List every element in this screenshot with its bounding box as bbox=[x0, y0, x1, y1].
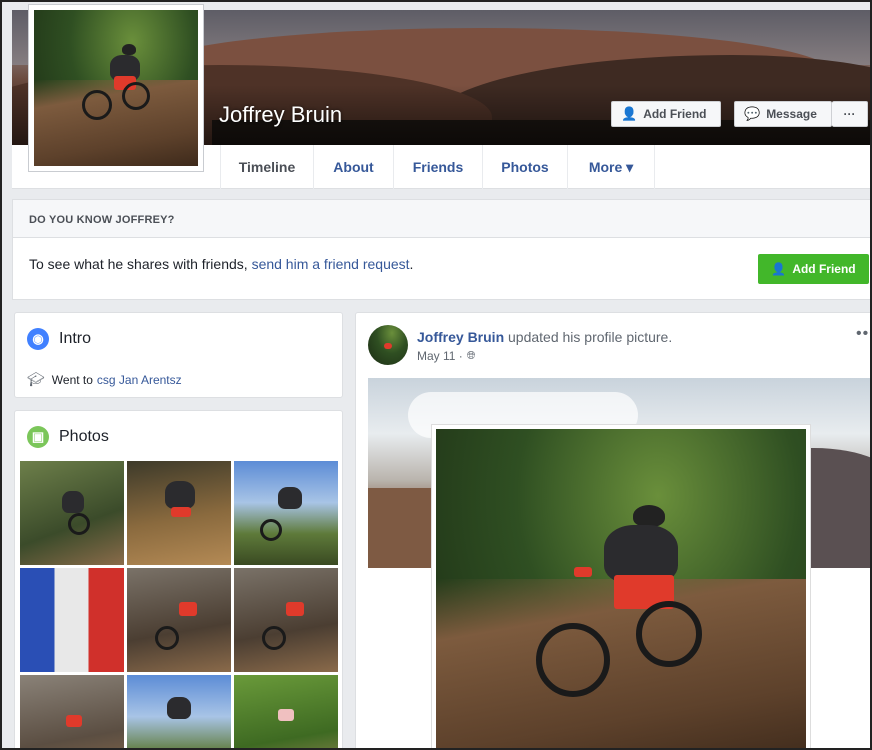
photo-thumbnail[interactable] bbox=[127, 675, 231, 750]
photo-thumbnail[interactable] bbox=[234, 461, 338, 565]
photos-card: ▣ Photos bbox=[14, 410, 343, 750]
tab-about[interactable]: About bbox=[314, 145, 394, 189]
more-dots-icon: ··· bbox=[843, 107, 856, 121]
add-friend-icon: 👤 bbox=[621, 106, 638, 121]
add-friend-label: Add Friend bbox=[643, 107, 707, 121]
went-to-label: Went to bbox=[51, 372, 93, 387]
messenger-icon: 💬 bbox=[744, 106, 761, 121]
more-options-button[interactable]: ··· bbox=[832, 101, 868, 127]
globe-icon: ◉ bbox=[27, 328, 49, 350]
photo-thumbnail[interactable] bbox=[127, 568, 231, 672]
tab-timeline[interactable]: Timeline bbox=[220, 145, 314, 189]
profile-picture-large[interactable] bbox=[431, 424, 811, 750]
globe-icon: 🌐︎ bbox=[466, 349, 476, 362]
photo-thumbnail[interactable] bbox=[234, 568, 338, 672]
add-friend-green-button[interactable]: 👤 Add Friend bbox=[758, 254, 869, 284]
graduation-cap-icon: 🎓︎ bbox=[27, 371, 45, 387]
send-friend-request-link[interactable]: send him a friend request bbox=[252, 256, 410, 272]
post-options-button[interactable]: ••• bbox=[856, 325, 872, 343]
tab-friends[interactable]: Friends bbox=[394, 145, 483, 189]
photo-thumbnail[interactable] bbox=[234, 675, 338, 750]
photo-thumbnail[interactable] bbox=[20, 675, 124, 750]
do-you-know-box: DO YOU KNOW JOFFREY? To see what he shar… bbox=[12, 199, 872, 300]
photos-title[interactable]: Photos bbox=[59, 428, 109, 446]
photo-thumbnail[interactable] bbox=[20, 568, 124, 672]
post-card: Joffrey Bruin updated his profile pictur… bbox=[355, 312, 872, 750]
prompt-period: . bbox=[409, 256, 414, 272]
photo-icon: ▣ bbox=[27, 426, 49, 448]
post-photo[interactable] bbox=[368, 378, 872, 750]
post-timestamp[interactable]: May 11 · 🌐︎ bbox=[417, 349, 476, 363]
post-header: Joffrey Bruin updated his profile pictur… bbox=[417, 329, 672, 345]
post-action-text: updated his profile picture. bbox=[504, 329, 673, 345]
post-author-avatar[interactable] bbox=[368, 325, 408, 365]
tab-more-dropdown[interactable]: More ▾ bbox=[568, 145, 655, 189]
profile-name[interactable]: Joffrey Bruin bbox=[219, 102, 342, 128]
add-friend-icon: 👤 bbox=[771, 262, 787, 276]
intro-card: ◉ Intro 🎓︎ Went to csg Jan Arentsz bbox=[14, 312, 343, 398]
message-button[interactable]: 💬 Message bbox=[734, 101, 832, 127]
education-line: 🎓︎ Went to csg Jan Arentsz bbox=[27, 371, 182, 388]
add-friend-button[interactable]: 👤 Add Friend bbox=[611, 101, 721, 127]
add-friend-green-label: Add Friend bbox=[792, 262, 856, 276]
photo-thumbnail[interactable] bbox=[20, 461, 124, 565]
do-you-know-body: To see what he shares with friends, send… bbox=[13, 238, 871, 300]
post-author-name[interactable]: Joffrey Bruin bbox=[417, 329, 504, 345]
friend-request-prompt: To see what he shares with friends, bbox=[29, 256, 252, 272]
profile-picture[interactable] bbox=[28, 4, 204, 172]
post-date: May 11 · bbox=[417, 349, 463, 363]
photo-thumbnail[interactable] bbox=[127, 461, 231, 565]
tab-photos[interactable]: Photos bbox=[483, 145, 568, 189]
intro-title: Intro bbox=[59, 330, 92, 347]
message-label: Message bbox=[766, 107, 817, 121]
school-link[interactable]: csg Jan Arentsz bbox=[97, 373, 182, 387]
do-you-know-heading: DO YOU KNOW JOFFREY? bbox=[13, 200, 871, 238]
